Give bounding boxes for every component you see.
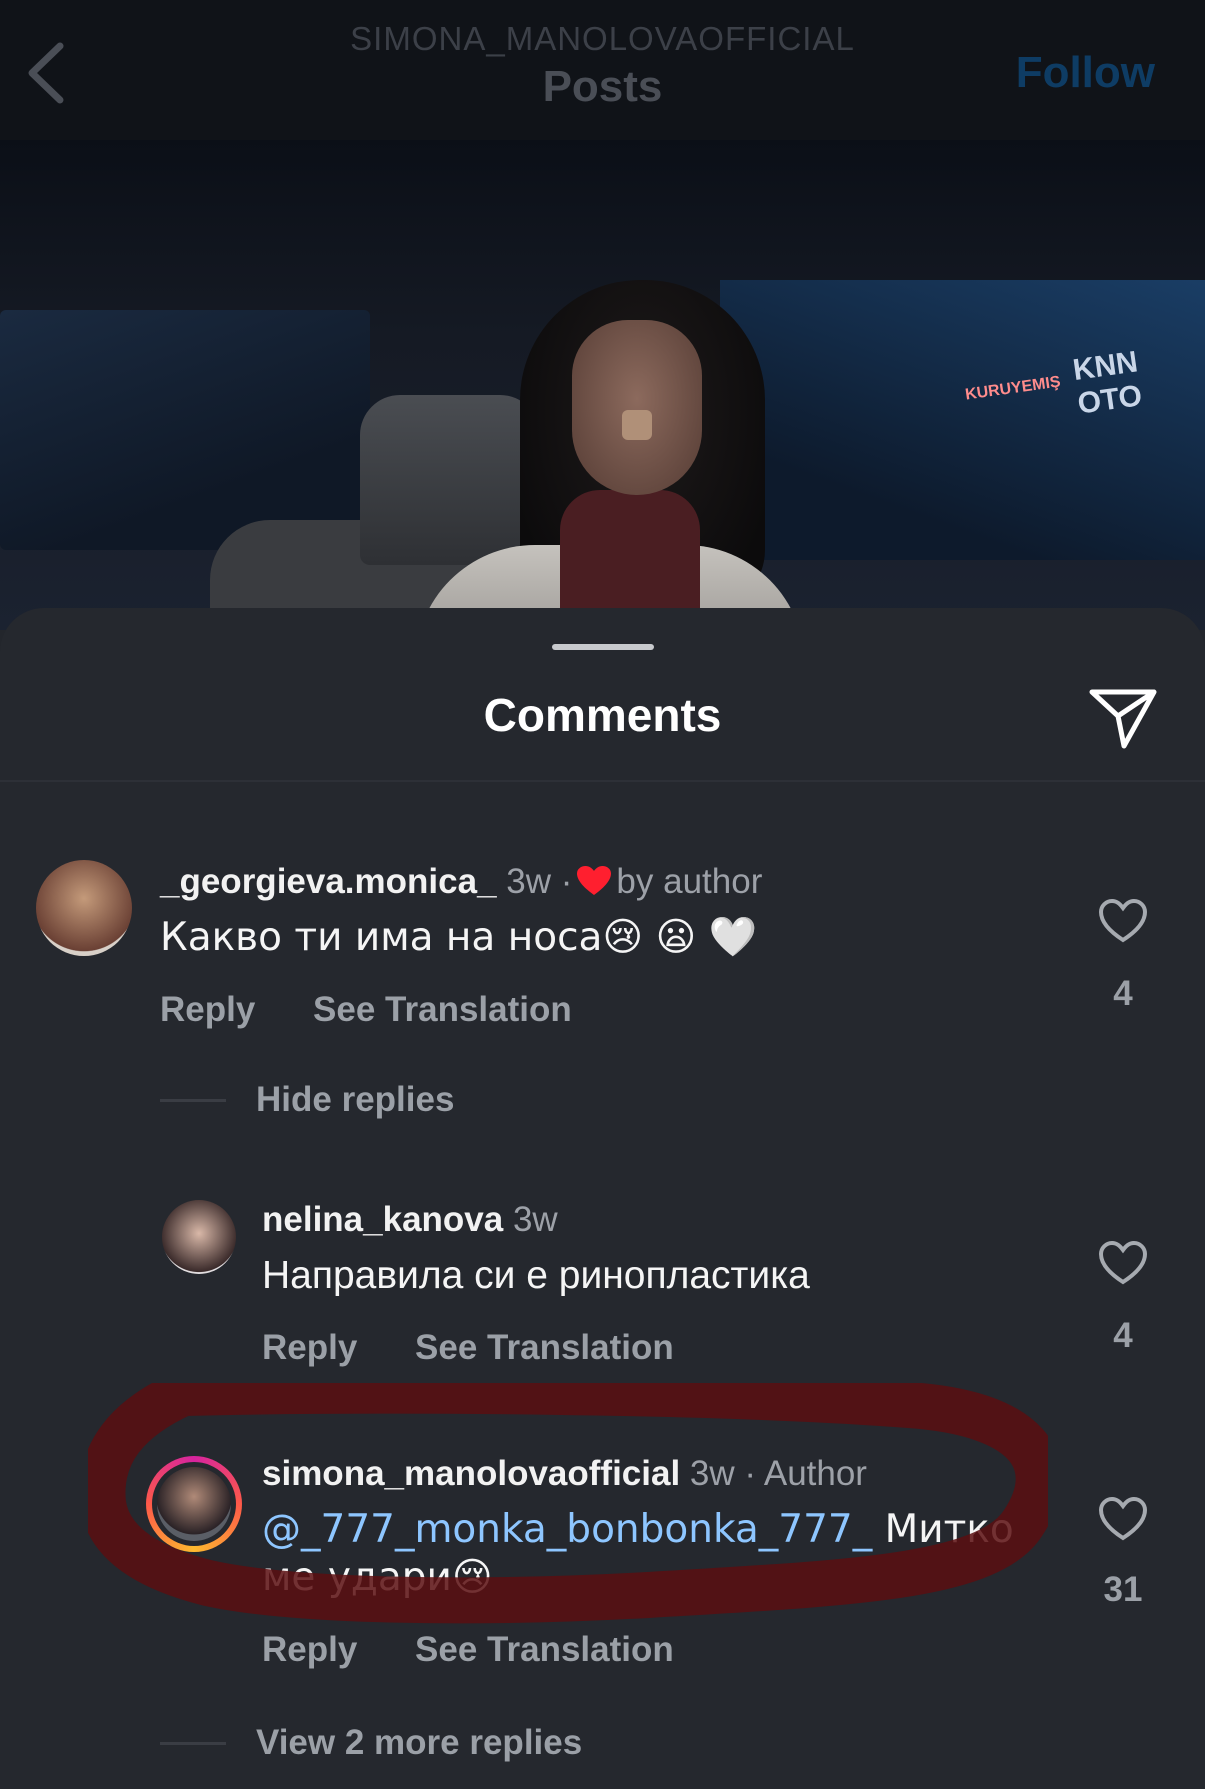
heart-outline-icon[interactable] [1098, 1240, 1148, 1286]
comment-time: 3w [512, 1200, 558, 1239]
see-translation-button[interactable]: See Translation [313, 990, 572, 1029]
follow-button[interactable]: Follow [1016, 48, 1155, 98]
comment-header: nelina_kanova 3w [262, 1200, 558, 1240]
nose-bandage [622, 410, 652, 440]
person-face [572, 320, 702, 495]
dot-separator: · [560, 862, 573, 901]
comment-header: simona_manolovaofficial 3w · Author [262, 1454, 867, 1494]
avatar-story-ring[interactable] [146, 1456, 242, 1552]
like-count: 4 [1113, 1316, 1133, 1355]
liked-by-author-label: by author [616, 862, 763, 901]
comment-actions: Reply See Translation [262, 1630, 674, 1670]
comment-time: 3w [506, 862, 552, 901]
comment-username[interactable]: simona_manolovaofficial [262, 1454, 680, 1493]
comment-text: @_777_monka_bonbonka_777_ Митко ме удари… [262, 1506, 1014, 1602]
heart-outline-icon[interactable] [1098, 1496, 1148, 1542]
comment-actions: Reply See Translation [160, 990, 572, 1030]
heart-outline-icon[interactable] [1098, 898, 1148, 944]
avatar[interactable] [36, 860, 132, 956]
comment-username[interactable]: nelina_kanova [262, 1200, 503, 1239]
heart-filled-icon [577, 866, 612, 895]
post-photo[interactable]: KNN OTO KURUYEMIŞ [0, 140, 1205, 630]
comment-text-line2: ме удари😢 [262, 1555, 493, 1600]
comment-username[interactable]: _georgieva.monica_ [160, 862, 497, 901]
like-count: 4 [1113, 974, 1133, 1013]
top-bar: SIMONA_MANOLOVAOFFICIAL Posts Follow [0, 0, 1205, 140]
hide-replies-button[interactable]: Hide replies [256, 1080, 454, 1120]
car-window-left [0, 310, 370, 550]
reply-button[interactable]: Reply [160, 990, 255, 1029]
see-translation-button[interactable]: See Translation [415, 1328, 674, 1367]
dot-separator: · [744, 1454, 757, 1493]
comment-text-line1: Митко [872, 1507, 1014, 1552]
thread-line [160, 1742, 226, 1745]
mention-link[interactable]: @_777_monka_bonbonka_777_ [262, 1507, 872, 1552]
send-icon[interactable] [1088, 686, 1158, 750]
reply-button[interactable]: Reply [262, 1328, 357, 1367]
thread-line [160, 1099, 226, 1102]
sheet-divider [0, 780, 1205, 782]
author-badge: Author [763, 1454, 867, 1493]
like-count: 31 [1103, 1570, 1143, 1609]
see-translation-button[interactable]: See Translation [415, 1630, 674, 1669]
comment-header: _georgieva.monica_ 3w · by author [160, 862, 762, 902]
avatar[interactable] [162, 1200, 236, 1274]
comment-text: Направила си е ринопластика [262, 1254, 810, 1297]
comment-text: Какво ти има на носа😢 😦 🤍 [160, 915, 758, 960]
sheet-drag-handle[interactable] [552, 644, 654, 650]
sheet-title: Comments [483, 689, 722, 741]
comment-time: 3w [689, 1454, 735, 1493]
view-more-replies-button[interactable]: View 2 more replies [256, 1723, 582, 1763]
car-window-right [720, 280, 1205, 560]
comments-sheet: Comments [0, 608, 1205, 1789]
headrest [360, 395, 540, 565]
reply-button[interactable]: Reply [262, 1630, 357, 1669]
comment-actions: Reply See Translation [262, 1328, 674, 1368]
